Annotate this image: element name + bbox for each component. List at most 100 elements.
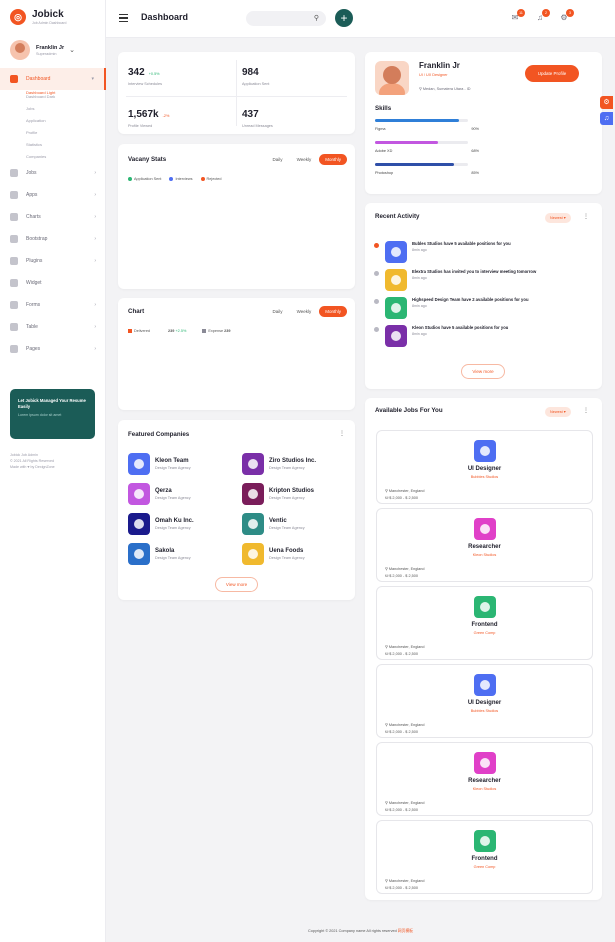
- tab-daily[interactable]: Daily: [267, 154, 289, 165]
- brand[interactable]: ◎ Jobick Job Admin Dashboard: [10, 9, 66, 25]
- sidebar-item-charts[interactable]: Charts ›: [0, 206, 106, 228]
- sidebar-footer: Jobick Job Admin © 2021 All Rights Reser…: [10, 452, 55, 470]
- stat-label: Interview Schedules: [128, 82, 162, 86]
- add-button[interactable]: +: [335, 9, 353, 27]
- company-item[interactable]: Uena Foods Design Team Agency: [242, 543, 305, 565]
- skill-name: Figma: [375, 127, 386, 131]
- activity-item[interactable]: Elextra Studios has invited you to inter…: [374, 269, 582, 291]
- company-item[interactable]: Sakola Design Team Agency: [128, 543, 191, 565]
- company-item[interactable]: Ventic Design Team Agency: [242, 513, 305, 535]
- sidebar-subitem-jobs[interactable]: Jobs: [0, 102, 106, 114]
- sidebar-item-widget[interactable]: Widget: [0, 272, 106, 294]
- job-card[interactable]: Frontend Green Comp ⚲ Manchester, Englan…: [376, 586, 593, 660]
- job-card[interactable]: UI Designer Bubbles Studios ⚲ Manchester…: [376, 430, 593, 504]
- sidebar-item-plugins[interactable]: Plugins ›: [0, 250, 106, 272]
- more-options-icon[interactable]: ⋮: [339, 430, 345, 437]
- sort-dropdown[interactable]: Newest ▾: [545, 407, 571, 417]
- brand-logo-icon: ◎: [10, 9, 26, 25]
- job-company: Kleon Studios: [472, 553, 497, 557]
- job-title: Researcher: [468, 544, 501, 550]
- tab-monthly[interactable]: Monthly: [319, 154, 347, 165]
- company-sub: Design Team Agency: [155, 466, 191, 470]
- tab-weekly[interactable]: Weekly: [291, 306, 318, 317]
- location-text: Medan, Sumatera Utara - ID: [422, 87, 471, 91]
- more-options-icon[interactable]: ⋮: [583, 407, 589, 414]
- job-card[interactable]: UI Designer Bubbles Studios ⚲ Manchester…: [376, 664, 593, 738]
- company-item[interactable]: Ziro Studios Inc. Design Team Agency: [242, 453, 316, 475]
- view-more-button[interactable]: View more: [215, 577, 258, 592]
- sidebar-subitem-application[interactable]: Application: [0, 114, 106, 126]
- sidebar-subitem-companies[interactable]: Companies: [0, 150, 106, 162]
- company-item[interactable]: Kripton Studios Design Team Agency: [242, 483, 314, 505]
- job-company: Green Comp: [473, 865, 496, 869]
- sidebar-item-table[interactable]: Table ›: [0, 316, 106, 338]
- activity-item[interactable]: Kleon Studios have 5 available positions…: [374, 325, 582, 347]
- sidebar-subitem-dashboard-light[interactable]: Dashboard Light: [0, 90, 55, 102]
- activity-time: 8min ago: [412, 276, 427, 280]
- gear-icon[interactable]: ⚙ 3: [559, 9, 574, 23]
- activity-time: 8min ago: [412, 332, 427, 336]
- more-options-icon[interactable]: ⋮: [583, 213, 589, 220]
- search-input[interactable]: ⚲: [246, 11, 326, 26]
- activity-title: Highspeed Design Team have 2 available p…: [412, 297, 529, 302]
- job-salary: ⛁ $ 2,000 - $ 2,500: [385, 495, 418, 500]
- legend-value: 239: [224, 329, 231, 333]
- chevron-right-icon: ›: [94, 192, 96, 198]
- chevron-down-icon: ▾: [91, 76, 94, 82]
- stat-value: 437: [242, 109, 259, 120]
- profile-name: Franklin Jr: [419, 61, 460, 70]
- sidebar-subitem-statistics[interactable]: Statistics: [0, 138, 106, 150]
- chevron-right-icon: ›: [94, 236, 96, 242]
- chat-icon[interactable]: ✉ 11: [510, 9, 525, 23]
- sidebar-item-jobs[interactable]: Jobs ›: [0, 162, 106, 184]
- info-icon: [10, 191, 18, 199]
- search-icon: ⚲: [313, 15, 319, 22]
- company-sub: Design Team Agency: [155, 556, 191, 560]
- user-menu[interactable]: Franklin Jr Superadmin ⌄: [10, 40, 75, 60]
- brand-tagline: Job Admin Dashboard: [32, 20, 67, 25]
- bell-float-button[interactable]: ♫: [600, 112, 613, 125]
- company-item[interactable]: Qerza Design Team Agency: [128, 483, 191, 505]
- job-card[interactable]: Frontend Green Comp ⚲ Manchester, Englan…: [376, 820, 593, 894]
- sidebar-item-dashboard[interactable]: Dashboard ▾: [0, 68, 106, 90]
- tab-weekly[interactable]: Weekly: [291, 154, 318, 165]
- bell-icon[interactable]: ♫ 2: [535, 9, 550, 23]
- sort-label: Newest: [550, 216, 563, 220]
- chevron-right-icon: ›: [94, 302, 96, 308]
- sidebar-item-apps[interactable]: Apps ›: [0, 184, 106, 206]
- sidebar-item-label: Plugins: [26, 258, 43, 264]
- company-item[interactable]: Kleon Team Design Team Agency: [128, 453, 191, 475]
- stat-value: 1,567k: [128, 109, 159, 120]
- legend-item: Application Sent: [128, 177, 161, 181]
- update-profile-button[interactable]: Update Profile: [525, 65, 579, 82]
- company-logo: [474, 596, 496, 618]
- promo-card[interactable]: Let Jobick Managed Your Resume Easily Lo…: [10, 389, 95, 439]
- footer-link[interactable]: 网页模板: [398, 929, 413, 933]
- job-card[interactable]: Researcher Kleon Studios ⚲ Manchester, E…: [376, 508, 593, 582]
- company-logo: [385, 269, 407, 291]
- brand-name: Jobick: [32, 8, 64, 20]
- view-more-button[interactable]: View more: [461, 364, 505, 379]
- activity-item[interactable]: Highspeed Design Team have 2 available p…: [374, 297, 582, 319]
- sort-dropdown[interactable]: Newest ▾: [545, 213, 571, 223]
- sidebar-subitem-profile[interactable]: Profile: [0, 126, 106, 138]
- job-title: UI Designer: [467, 466, 502, 472]
- company-item[interactable]: Omah Ku Inc. Design Team Agency: [128, 513, 194, 535]
- sidebar-item-forms[interactable]: Forms ›: [0, 294, 106, 316]
- settings-float-button[interactable]: ⚙: [600, 96, 613, 109]
- chevron-right-icon: ›: [94, 258, 96, 264]
- tab-monthly[interactable]: Monthly: [319, 306, 347, 317]
- job-card[interactable]: Researcher Kleon Studios ⚲ Manchester, E…: [376, 742, 593, 816]
- activity-title: Bubles Studios have 5 available position…: [412, 241, 511, 246]
- job-company: Bubbles Studios: [470, 709, 499, 713]
- tab-daily[interactable]: Daily: [267, 306, 289, 317]
- company-sub: Design Team Agency: [155, 526, 191, 530]
- hamburger-icon[interactable]: [119, 14, 128, 23]
- sidebar-item-pages[interactable]: Pages ›: [0, 338, 106, 360]
- stat-change: +0.5%: [148, 72, 160, 76]
- legend-delivered: Delivered: [128, 329, 150, 333]
- skill-name: Photoshop: [375, 171, 394, 175]
- chevron-down-icon: ⌄: [69, 47, 75, 54]
- sidebar-item-bootstrap[interactable]: Bootstrap ›: [0, 228, 106, 250]
- activity-item[interactable]: Bubles Studios have 5 available position…: [374, 241, 582, 263]
